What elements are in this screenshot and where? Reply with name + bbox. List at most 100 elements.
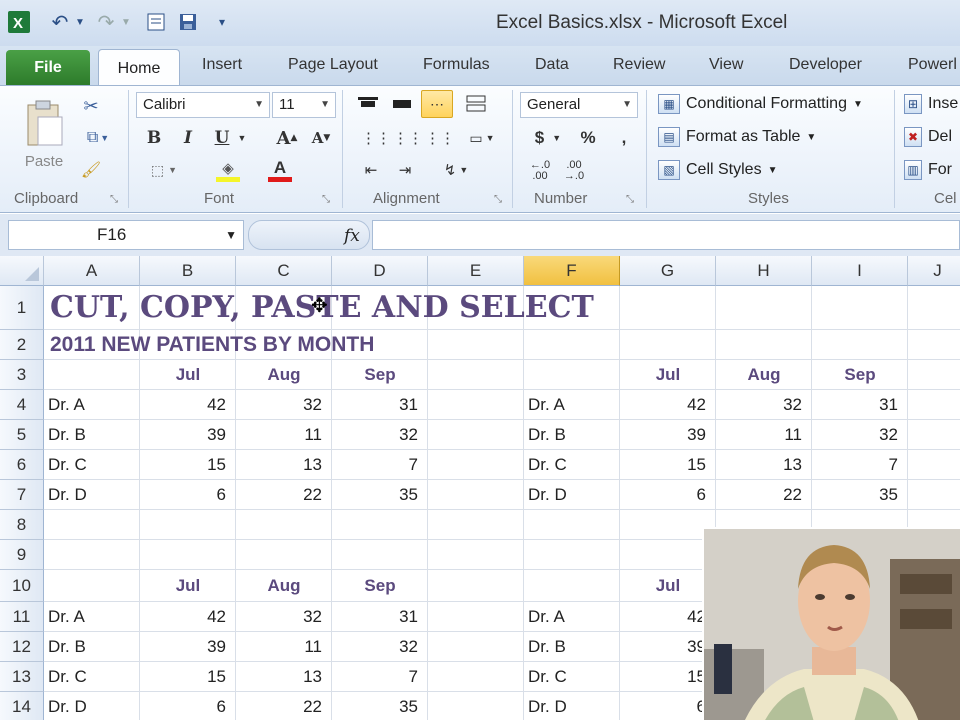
sheet-subtitle[interactable]: 2011 NEW PATIENTS BY MONTH (44, 330, 504, 360)
cell[interactable] (524, 330, 620, 360)
increase-decimal-button[interactable]: ←.0 .00 (524, 158, 556, 184)
cell[interactable] (908, 480, 960, 510)
doctor-name-cell[interactable]: Dr. B (44, 632, 140, 662)
cell[interactable] (44, 540, 140, 570)
cell[interactable] (908, 360, 960, 390)
column-header-c[interactable]: C (236, 256, 332, 286)
format-painter-icon[interactable]: 🖌 (80, 158, 102, 182)
cell[interactable] (908, 330, 960, 360)
tab-review[interactable]: Review (613, 56, 665, 74)
increase-indent-icon[interactable]: ⇥ (390, 158, 420, 182)
value-cell[interactable]: 32 (236, 602, 332, 632)
doctor-name-cell[interactable]: Dr. D (44, 692, 140, 720)
value-cell[interactable]: 32 (236, 390, 332, 420)
cell[interactable] (908, 390, 960, 420)
cell[interactable] (716, 330, 812, 360)
row-header-11[interactable]: 11 (0, 602, 44, 632)
cell[interactable] (236, 510, 332, 540)
cell[interactable] (620, 330, 716, 360)
number-launcher-icon[interactable]: ⤡ (626, 194, 634, 205)
month-header[interactable]: Aug (236, 360, 332, 390)
doctor-name-cell[interactable]: Dr. C (524, 662, 620, 692)
month-header[interactable]: Aug (716, 360, 812, 390)
font-launcher-icon[interactable]: ⤡ (322, 194, 330, 205)
tab-page-layout[interactable]: Page Layout (288, 56, 378, 74)
row-header-9[interactable]: 9 (0, 540, 44, 570)
save-icon[interactable] (176, 8, 200, 36)
cell[interactable] (44, 360, 140, 390)
month-header[interactable]: Jul (140, 570, 236, 602)
row-header-6[interactable]: 6 (0, 450, 44, 480)
month-header[interactable]: Sep (332, 570, 428, 602)
doctor-name-cell[interactable]: Dr. D (524, 692, 620, 720)
column-header-e[interactable]: E (428, 256, 524, 286)
redo-icon[interactable]: ↷ (94, 8, 118, 36)
cell[interactable] (140, 510, 236, 540)
doctor-name-cell[interactable]: Dr. D (44, 480, 140, 510)
cell[interactable] (524, 570, 620, 602)
row-header-10[interactable]: 10 (0, 570, 44, 602)
select-all-button[interactable] (0, 256, 44, 286)
tab-insert[interactable]: Insert (202, 56, 242, 74)
cell[interactable] (44, 570, 140, 602)
align-left-icon[interactable]: ⋮⋮ (361, 126, 391, 150)
cell[interactable] (428, 390, 524, 420)
excel-icon[interactable]: X (6, 8, 32, 36)
doctor-name-cell[interactable]: Dr. B (524, 632, 620, 662)
undo-icon[interactable]: ↶ (48, 8, 72, 36)
delete-cells-button[interactable]: ✖ Del (904, 124, 952, 150)
value-cell[interactable]: 35 (812, 480, 908, 510)
insert-cells-button[interactable]: ⊞ Inse (904, 91, 958, 117)
cut-icon[interactable]: ✂ (80, 94, 102, 118)
copy-icon[interactable]: ⧉ ▼ (80, 126, 116, 150)
italic-button[interactable]: I (178, 126, 198, 150)
percent-button[interactable]: % (576, 126, 600, 150)
row-header-3[interactable]: 3 (0, 360, 44, 390)
row-header-5[interactable]: 5 (0, 420, 44, 450)
month-header[interactable]: Sep (812, 360, 908, 390)
value-cell[interactable]: 42 (140, 390, 236, 420)
cell[interactable] (524, 540, 620, 570)
align-top-icon[interactable] (354, 92, 382, 116)
tab-data[interactable]: Data (535, 56, 569, 74)
tab-file[interactable]: File (6, 50, 90, 86)
borders-icon[interactable]: ⬚ ▼ (144, 158, 184, 182)
doctor-name-cell[interactable]: Dr. C (524, 450, 620, 480)
format-cells-button[interactable]: ▥ For (904, 157, 952, 183)
value-cell[interactable]: 31 (812, 390, 908, 420)
value-cell[interactable]: 31 (332, 390, 428, 420)
cell[interactable] (812, 286, 908, 330)
fill-color-icon[interactable]: ◈ (206, 156, 250, 184)
value-cell[interactable]: 6 (620, 480, 716, 510)
value-cell[interactable]: 15 (140, 450, 236, 480)
align-bottom-icon[interactable]: ⋯ (421, 90, 453, 118)
shrink-font-icon[interactable]: A ▼ (308, 126, 334, 150)
orientation-icon[interactable] (462, 92, 490, 116)
cell[interactable] (428, 450, 524, 480)
value-cell[interactable]: 6 (140, 692, 236, 720)
value-cell[interactable]: 11 (716, 420, 812, 450)
cell[interactable] (812, 330, 908, 360)
cell-styles-button[interactable]: ▧ Cell Styles ▼ (658, 157, 777, 183)
cell[interactable] (44, 510, 140, 540)
font-color-icon[interactable]: A (258, 156, 302, 184)
doctor-name-cell[interactable]: Dr. B (524, 420, 620, 450)
doctor-name-cell[interactable]: Dr. B (44, 420, 140, 450)
value-cell[interactable]: 39 (620, 420, 716, 450)
underline-dropdown-icon[interactable]: ▼ (236, 130, 248, 146)
value-cell[interactable]: 35 (332, 692, 428, 720)
doctor-name-cell[interactable]: Dr. A (44, 602, 140, 632)
insert-function-icon[interactable]: fx (344, 226, 360, 246)
value-cell[interactable]: 32 (812, 420, 908, 450)
month-header[interactable]: Sep (332, 360, 428, 390)
undo-dropdown-icon[interactable]: ▼ (74, 8, 86, 36)
value-cell[interactable]: 7 (332, 662, 428, 692)
currency-button[interactable]: $ ▼ (528, 126, 568, 150)
underline-button[interactable]: U (212, 126, 232, 150)
cell[interactable] (908, 286, 960, 330)
comma-button[interactable]: , (614, 126, 634, 150)
cell[interactable] (908, 420, 960, 450)
tab-view[interactable]: View (709, 56, 743, 74)
cell[interactable] (236, 540, 332, 570)
cell[interactable] (428, 632, 524, 662)
